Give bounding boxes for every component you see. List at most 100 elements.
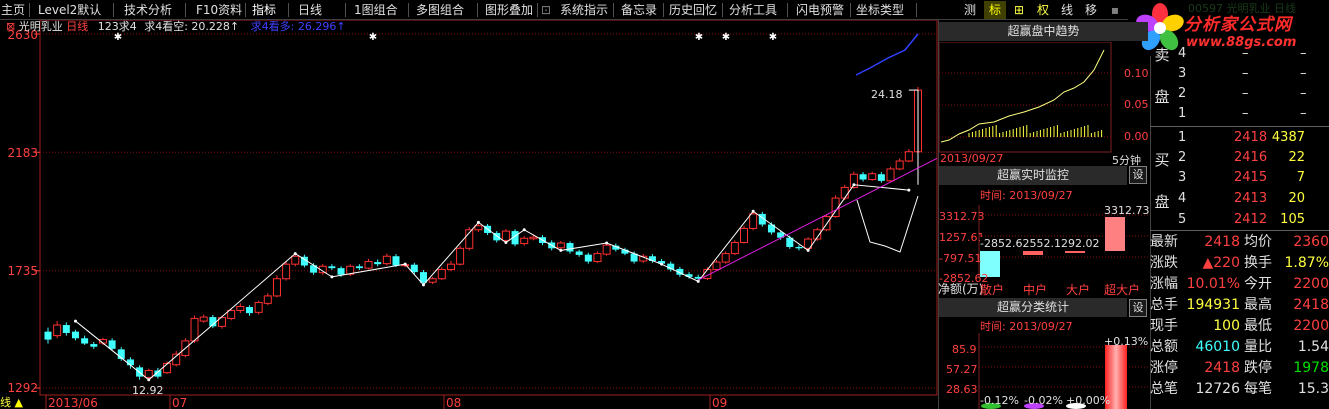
candle-body [199,316,208,322]
buy-level-row[interactable]: 2 2416 22 [1176,148,1329,168]
tab-line[interactable]: 线 [1056,1,1078,19]
stat-label: 总额 [1150,339,1178,355]
class-settings-button[interactable]: 设 [1129,299,1147,317]
menu-overlay[interactable]: 图形叠加 [485,2,533,18]
menu-technical-analysis[interactable]: 技术分析 [124,2,172,18]
candle-body [566,243,574,252]
stat-label: 涨停 [1150,360,1178,376]
class-scale-label: 85.9 [952,343,977,356]
buy-side-label: 买 [1154,151,1170,169]
tab-rights[interactable]: 权 [1032,1,1054,19]
menu-level2-default[interactable]: Level2默认 [38,2,101,18]
chart-frame [39,20,938,396]
signal-star-icon: ✱ [769,32,777,43]
candle-body [895,160,904,170]
candle-body [263,295,272,304]
stat-value: 2418 [1204,234,1240,250]
trend-date: 2013/09/27 [940,152,1004,165]
candle-body [62,325,70,333]
y-axis-label: 1292 [7,381,38,395]
signal-star-icon: ✱ [369,32,377,43]
menu-1-chart-combo[interactable]: 1图组合 [354,2,398,18]
menu-separator [185,3,186,17]
stat-value: 46010 [1195,339,1240,355]
candle-body [81,338,89,344]
sell-level-row[interactable]: 1 – – [1176,104,1329,124]
buy-level-row[interactable]: 4 2413 20 [1176,189,1329,209]
price: – [1242,106,1249,121]
level-number: 3 [1178,66,1187,81]
order-book-separator [1150,230,1329,231]
sell-side-label: 卖 [1154,46,1170,64]
price: 2415 [1234,170,1268,185]
menu-indicator[interactable]: 指标 [252,2,276,18]
menu-flash-alert[interactable]: 闪电预警 [796,2,844,18]
lock-icon[interactable]: ⊡ [541,2,551,18]
menu-home[interactable]: 主页 [1,2,25,18]
close-chart-icon[interactable]: ⊠ [6,20,19,33]
quote-stat-row: 最新 2418 均价 2360 [1150,232,1329,253]
monitor-category-net: 净额(万) [938,282,984,296]
sell-level-row[interactable]: 3 – – [1176,64,1329,84]
cursor-mode-indicator[interactable]: 线 ▲ [0,396,34,409]
tab-measure[interactable]: 测 [958,1,982,19]
level-number: 4 [1178,46,1187,61]
x-axis-label: 08 [446,396,462,409]
stat-label: 最高 [1244,297,1272,313]
sell-side-label: 盘 [1154,88,1170,106]
menu-history[interactable]: 历史回忆 [669,2,717,18]
chart-canvas[interactable]: ✱ ✱ ✱ ✱ ✱ [0,20,938,409]
swing-point [476,220,480,224]
stat-value: 10.01% [1186,276,1240,292]
level-number: 2 [1178,86,1187,101]
tab-mark[interactable]: 标 [984,1,1006,19]
buy-level-row[interactable]: 1 2418 4387 [1176,128,1329,148]
swing-point [696,279,700,283]
monitor-scale-label: 3312.73 [939,210,985,223]
menu-system-indicator[interactable]: 系统指示 [560,2,608,18]
monitor-settings-button[interactable]: 设 [1129,166,1147,184]
level-number: 5 [1178,212,1187,227]
menu-analysis-tools[interactable]: 分析工具 [729,2,777,18]
trend-scale-label: 0.05 [1124,98,1149,111]
menu-daily[interactable]: 日线 [298,2,322,18]
stat-label: 换手 [1244,255,1272,271]
chart-header: ⊠ 光明乳业 日线 123求4 求4看空: 20.228↑ 求4看多: 26.2… [6,20,346,34]
sell-level-row[interactable]: 4 – – [1176,44,1329,64]
indicator-bearish-value: 求4看空: 20.228↑ [144,20,240,33]
sell-level-row[interactable]: 2 – – [1176,84,1329,104]
candlestick-chart[interactable]: ✱ ✱ ✱ ✱ ✱ [0,20,938,409]
monitor-top-value: 3312.73 [1104,204,1150,217]
tab-move[interactable]: 移 [1080,1,1102,19]
stat-value: 1.87% [1284,255,1329,271]
stat-value: 15.3 [1297,381,1329,397]
menu-separator [722,3,723,17]
candle-body [355,266,363,269]
menu-separator [408,3,409,17]
candle-body [272,278,281,297]
candle-body [90,344,98,347]
buy-level-row[interactable]: 5 2412 105 [1176,210,1329,230]
buy-level-row[interactable]: 3 2415 7 [1176,168,1329,188]
menu-more-icon[interactable]: ▪ [1104,1,1126,19]
swing-point [522,228,526,232]
level-number: 4 [1178,191,1187,206]
period-label: 日线 [66,20,89,33]
swing-point [907,188,911,192]
candle-body [840,186,849,199]
stat-value: 2418 [1204,360,1240,376]
expand-icon[interactable]: ⊞ [1008,1,1030,19]
candle-body [227,309,236,319]
intraday-trend-chart [939,42,1112,153]
menu-axis-type[interactable]: 坐标类型 [856,2,904,18]
swing-point [852,183,856,187]
volume: 20 [1288,191,1305,206]
swing-point [421,283,425,287]
candle-body [474,225,483,231]
menu-memo[interactable]: 备忘录 [621,2,657,18]
menu-multi-chart-combo[interactable]: 多图组合 [416,2,464,18]
swing-point [504,240,508,244]
indicator-bullish-value: 求4看多: 26.296↑ [250,20,346,33]
menu-f10-data[interactable]: F10资料 [196,2,242,18]
candle-body [144,370,153,378]
